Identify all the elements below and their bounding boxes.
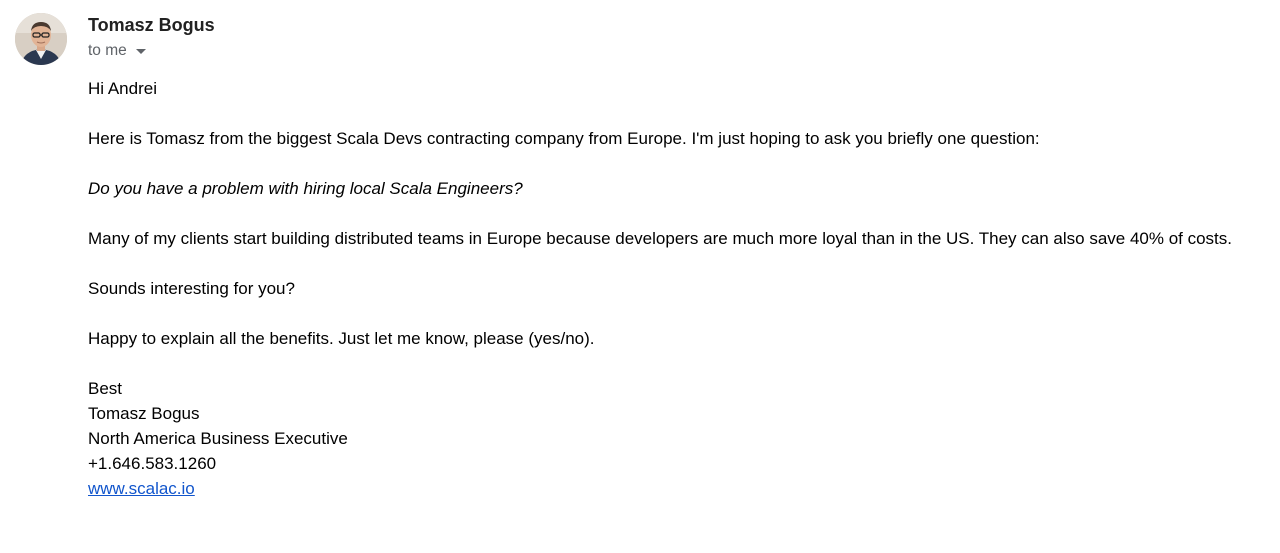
email-question: Do you have a problem with hiring local … [88,179,523,198]
recipient-label: to me [88,42,127,59]
sender-avatar[interactable] [15,13,67,65]
email-cta: Happy to explain all the benefits. Just … [88,329,595,348]
email-pitch: Many of my clients start building distri… [88,229,1232,248]
caret-down-icon[interactable] [135,49,146,54]
person-avatar-icon [15,13,67,65]
signature-closing: Best [88,379,123,398]
signature-phone: +1.646.583.1260 [88,454,217,473]
email-greeting: Hi Andrei [88,79,157,98]
signature-title: North America Business Executive [88,429,348,448]
email-intro: Here is Tomasz from the biggest Scala De… [88,129,1040,148]
recipient-details-toggle[interactable]: to me [88,42,146,60]
signature-name: Tomasz Bogus [88,404,200,423]
email-body: Hi Andrei Here is Tomasz from the bigges… [88,76,1232,501]
sender-name: Tomasz Bogus [88,15,215,35]
signature-website-link[interactable]: www.scalac.io [88,479,195,498]
email-followup: Sounds interesting for you? [88,279,295,298]
email-signature: Best Tomasz Bogus North America Business… [88,376,1232,501]
